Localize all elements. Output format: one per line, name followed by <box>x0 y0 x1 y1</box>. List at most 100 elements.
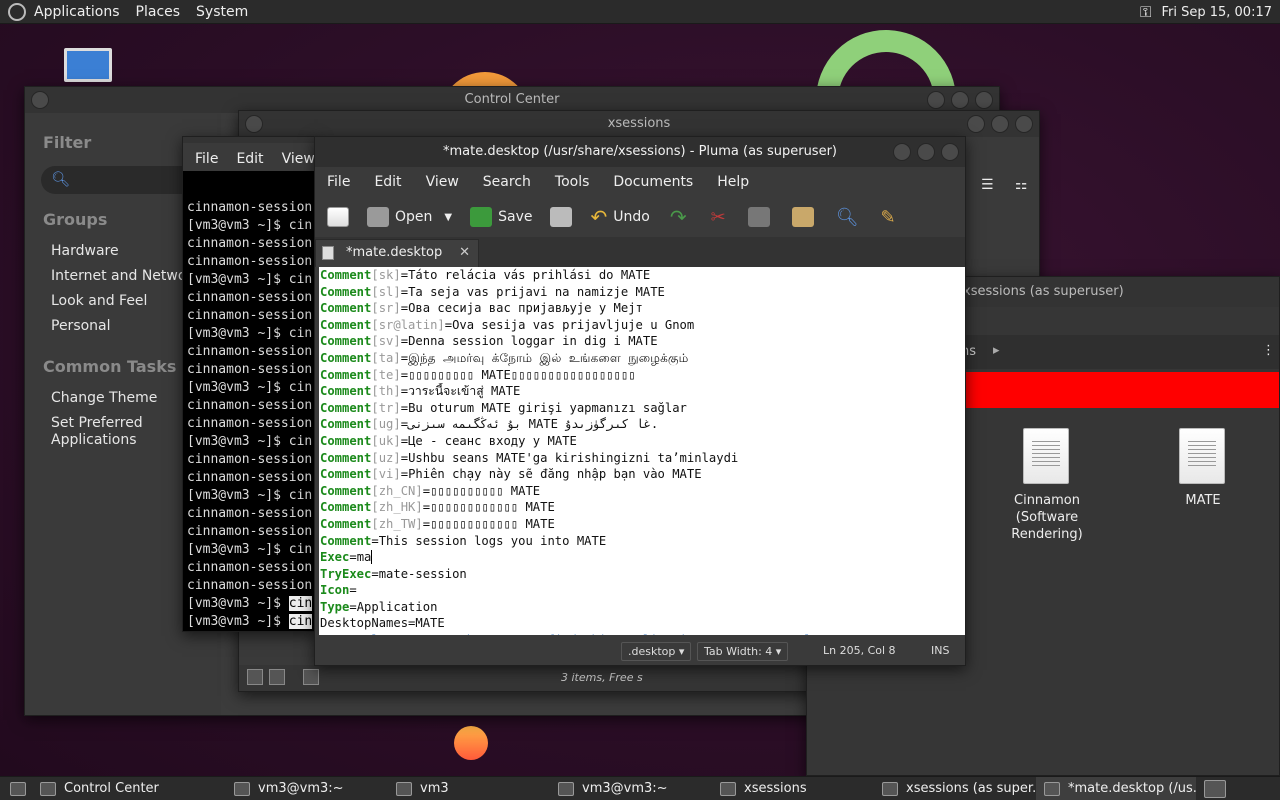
value-token: =இந்த அமர்வு க்நோம் இல் உங்களை நுழைக்கும… <box>400 350 689 365</box>
close-icon[interactable] <box>941 143 959 161</box>
terminal-output[interactable]: cinnamon-session [vm3@vm3 ~]$ cin cinnamon… <box>187 199 313 631</box>
value-token: =▯▯▯▯▯▯▯▯▯ MATE▯▯▯▯▯▯▯▯▯▯▯▯▯▯▯▯▯ <box>400 367 636 382</box>
tab-mate-desktop[interactable]: *mate.desktop ✕ <box>315 239 479 267</box>
tab-width-selector[interactable]: Tab Width: 4 ▾ <box>697 642 789 661</box>
menu-system[interactable]: System <box>196 4 248 20</box>
window-menu-icon[interactable] <box>245 115 263 133</box>
new-document-icon[interactable] <box>327 207 349 227</box>
terminal-window[interactable]: File Edit View cinnamon-session [vm3@vm3 … <box>182 136 318 632</box>
mate-logo-icon[interactable] <box>8 2 26 21</box>
clock[interactable]: Fri Sep 15, 00:17 <box>1161 5 1272 20</box>
editor-line: Comment[ta]=இந்த அமர்வு க்நோம் இல் உங்கள… <box>319 350 965 367</box>
terminal-icon <box>558 781 574 796</box>
close-icon[interactable] <box>1015 115 1033 133</box>
replace-icon[interactable]: ✎ <box>881 207 896 228</box>
locale-token: [sr] <box>371 301 401 316</box>
terminal-line: [vm3@vm3 ~]$ cin <box>187 434 313 449</box>
redo-icon[interactable]: ↷ <box>670 205 687 229</box>
menu-documents[interactable]: Documents <box>613 174 693 190</box>
terminal-menu-view[interactable]: View <box>282 151 315 167</box>
print-icon[interactable] <box>550 207 573 227</box>
path-arrow-icon[interactable]: ▸ <box>993 343 1000 358</box>
show-desktop-icon[interactable] <box>10 781 26 796</box>
task-vm3[interactable]: vm3 <box>388 777 550 800</box>
key-icon[interactable]: ⚿ <box>1140 3 1151 21</box>
cut-icon[interactable]: ✂ <box>711 207 726 228</box>
menu-places[interactable]: Places <box>136 4 181 20</box>
menu-applications[interactable]: Applications <box>34 4 120 20</box>
undo-button[interactable]: ↶ Undo <box>590 205 649 229</box>
editor-line: Comment[tr]=Bu oturum MATE girişi yapman… <box>319 400 965 417</box>
selected-command[interactable]: cin <box>288 614 313 629</box>
terminal-line: [vm3@vm3 ~]$ cin <box>187 326 313 341</box>
window-title: Control Center <box>464 92 560 107</box>
task-set-preferred-apps[interactable]: Set Preferred Applications <box>43 411 153 453</box>
chevron-down-icon[interactable]: ▼ <box>444 212 452 223</box>
selected-command[interactable]: cin <box>288 596 313 611</box>
workspace-switcher-icon[interactable] <box>1204 779 1226 798</box>
folder-icon <box>720 781 736 796</box>
menu-view[interactable]: View <box>426 174 459 190</box>
file-label-cinnamon-sw[interactable]: Cinnamon (Software Rendering) <box>992 492 1102 543</box>
find-icon[interactable]: 🔍︎ <box>836 207 859 228</box>
text-editor[interactable]: Comment[sk]=Táto relácia vás prihlási do… <box>319 267 965 637</box>
task-control-center[interactable]: Control Center <box>32 777 226 800</box>
locale-token: [vi] <box>371 467 401 482</box>
language-selector[interactable]: .desktop ▾ <box>621 642 692 661</box>
minimize-icon[interactable] <box>927 91 945 109</box>
value-token: = <box>349 583 357 598</box>
value-token: =Phiên chạy này sẽ đăng nhập bạn vào MAT… <box>400 467 702 482</box>
editor-line: Comment[sl]=Ta seja vas prijavi na namiz… <box>319 284 965 301</box>
locale-token: [te] <box>371 367 401 382</box>
open-button[interactable]: Open ▼ <box>367 207 452 227</box>
paste-icon[interactable] <box>791 207 814 227</box>
pluma-titlebar[interactable]: *mate.desktop (/usr/share/xsessions) - P… <box>315 137 965 167</box>
close-tab-icon[interactable]: ✕ <box>459 240 470 266</box>
file-label-mate[interactable]: MATE <box>1148 492 1258 509</box>
computer-icon[interactable] <box>64 48 112 82</box>
tree-icon[interactable] <box>269 669 285 685</box>
xsessions-titlebar[interactable]: xsessions <box>239 111 1039 137</box>
menu-file[interactable]: File <box>327 174 350 190</box>
locale-token: [sv] <box>371 334 401 349</box>
terminal-prompt-line: [vm3@vm3 ~]$ cin <box>187 613 313 631</box>
more-icon[interactable]: ⋮ <box>1262 343 1275 358</box>
terminal-menu-edit[interactable]: Edit <box>236 151 263 167</box>
pluma-window[interactable]: *mate.desktop (/usr/share/xsessions) - P… <box>314 136 966 666</box>
save-button[interactable]: Save <box>470 207 532 227</box>
grid-view-icon[interactable]: ⚏ <box>1015 177 1028 193</box>
key-token: Comment <box>320 350 372 365</box>
terminal-menu-file[interactable]: File <box>195 151 218 167</box>
menu-help[interactable]: Help <box>717 174 749 190</box>
file-icon[interactable] <box>1023 428 1069 484</box>
value-token: =Bu oturum MATE girişi yapmanızı sağlar <box>400 400 687 415</box>
maximize-icon[interactable] <box>951 91 969 109</box>
terminal-line: cinnamon-session <box>187 416 313 431</box>
terminal-line: [vm3@vm3 ~]$ cin <box>187 218 313 233</box>
menu-tools[interactable]: Tools <box>555 174 590 190</box>
list-view-icon[interactable]: ☰ <box>981 177 994 193</box>
terminal-line: cinnamon-session <box>187 452 313 467</box>
task-xsessions[interactable]: xsessions <box>712 777 874 800</box>
close-icon[interactable] <box>975 91 993 109</box>
places-icon[interactable] <box>247 669 263 685</box>
menu-edit[interactable]: Edit <box>374 174 401 190</box>
terminal-line: cinnamon-session <box>187 362 313 377</box>
minimize-icon[interactable] <box>893 143 911 161</box>
minimize-icon[interactable] <box>967 115 985 133</box>
task-pluma[interactable]: *mate.desktop (/us... <box>1036 776 1196 800</box>
editor-line: Comment[zh_CN]=▯▯▯▯▯▯▯▯▯▯ MATE <box>319 483 965 500</box>
maximize-icon[interactable] <box>917 143 935 161</box>
terminal-titlebar[interactable] <box>183 137 317 143</box>
window-menu-icon[interactable] <box>31 91 49 109</box>
copy-icon[interactable] <box>747 207 770 227</box>
close-pane-icon[interactable] <box>303 669 319 685</box>
menu-search[interactable]: Search <box>483 174 531 190</box>
task-terminal-2[interactable]: vm3@vm3:~ <box>550 777 712 800</box>
maximize-icon[interactable] <box>991 115 1009 133</box>
file-icon[interactable] <box>1179 428 1225 484</box>
task-terminal-1[interactable]: vm3@vm3:~ <box>226 777 388 800</box>
task-xsessions-su[interactable]: xsessions (as super... <box>874 777 1036 800</box>
locale-token: [tr] <box>371 400 401 415</box>
locale-token: [ug] <box>371 417 401 432</box>
